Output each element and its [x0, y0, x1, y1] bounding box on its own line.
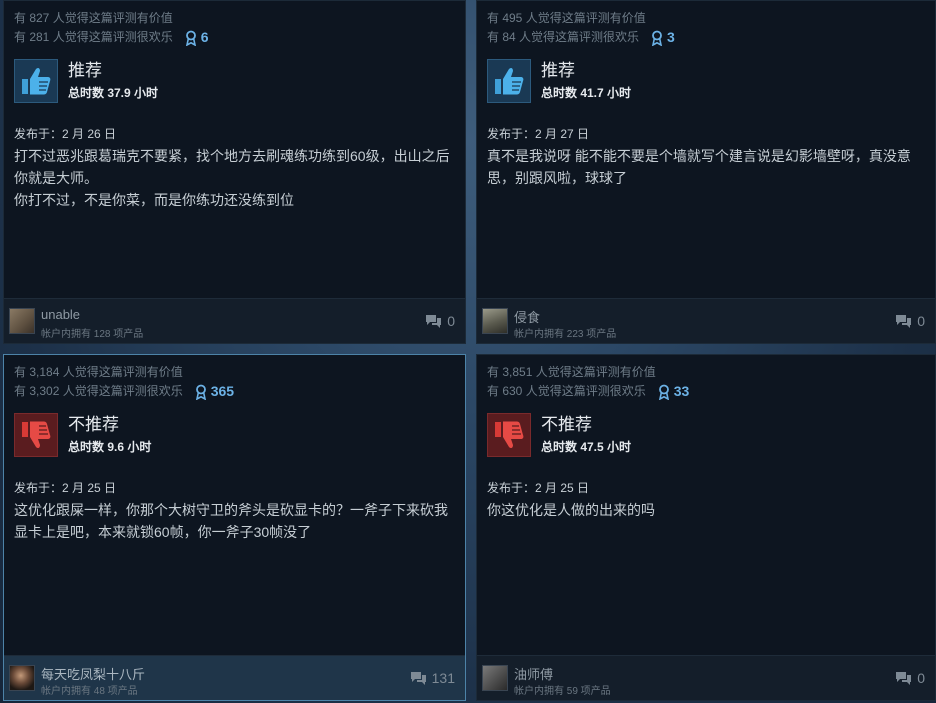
review-paragraph: 你这优化是人做的出来的吗 [487, 502, 655, 518]
review-paragraph: 打不过恶兆跟葛瑞克不要紧，找个地方去刷魂练功练到60级，出山之后你就是大师。 [14, 148, 450, 186]
username[interactable]: 油师傅 [514, 664, 553, 683]
username[interactable]: 每天吃凤梨十八斤 [41, 664, 145, 683]
review-card[interactable]: 有 3,184 人觉得这篇评测有价值 有 3,302 人觉得这篇评测很欢乐 36… [3, 354, 466, 701]
products-owned: 帐户内拥有 128 项产品 [41, 329, 144, 340]
comment-bubble-icon [426, 315, 442, 328]
recommendation: 推荐 总时数 37.9 小时 [14, 59, 158, 103]
products-owned: 帐户内拥有 59 项产品 [514, 686, 611, 697]
recommendation: 推荐 总时数 41.7 小时 [487, 59, 631, 103]
vote-summary: 有 3,851 人觉得这篇评测有价值 有 630 人觉得这篇评测很欢乐 33 [487, 363, 689, 401]
award-ribbon-icon [658, 384, 669, 400]
funny-count: 有 84 人觉得这篇评测很欢乐 [487, 30, 640, 44]
helpful-count: 有 827 人觉得这篇评测有价值 [14, 11, 173, 25]
award-badge[interactable]: 33 [658, 382, 690, 401]
recommendation-label: 推荐 [68, 61, 102, 80]
comment-count[interactable]: 0 [895, 313, 925, 329]
username[interactable]: unable [41, 307, 80, 322]
award-badge[interactable]: 3 [651, 28, 675, 47]
helpful-count: 有 3,184 人觉得这篇评测有价值 [14, 365, 183, 379]
award-ribbon-icon [652, 30, 663, 46]
funny-count: 有 3,302 人觉得这篇评测很欢乐 [14, 384, 183, 398]
recommendation-label: 推荐 [541, 61, 575, 80]
review-text: 真不是我说呀 能不能不要是个墙就写个建言说是幻影墙壁呀，真没意思，别跟风啦，球球… [487, 145, 927, 189]
award-badge[interactable]: 365 [195, 382, 234, 401]
comment-bubble-icon [410, 672, 426, 685]
thumbs-down-icon [487, 413, 531, 457]
review-card[interactable]: 有 3,851 人觉得这篇评测有价值 有 630 人觉得这篇评测很欢乐 33 不… [476, 354, 936, 701]
review-card[interactable]: 有 827 人觉得这篇评测有价值 有 281 人觉得这篇评测很欢乐 6 推荐 总… [3, 0, 466, 344]
recommendation: 不推荐 总时数 47.5 小时 [487, 413, 631, 457]
helpful-count: 有 495 人觉得这篇评测有价值 [487, 11, 646, 25]
posted-date: 发布于：2 月 25 日 [487, 481, 590, 495]
hours-played: 总时数 41.7 小时 [541, 86, 632, 100]
products-owned: 帐户内拥有 48 项产品 [41, 686, 138, 697]
review-author[interactable]: 侵食 帐户内拥有 223 项产品 0 [477, 298, 935, 343]
review-author[interactable]: 每天吃凤梨十八斤 帐户内拥有 48 项产品 131 [4, 655, 465, 700]
vote-summary: 有 827 人觉得这篇评测有价值 有 281 人觉得这篇评测很欢乐 6 [14, 9, 209, 47]
vote-summary: 有 3,184 人觉得这篇评测有价值 有 3,302 人觉得这篇评测很欢乐 36… [14, 363, 234, 401]
hours-played: 总时数 47.5 小时 [541, 440, 632, 454]
helpful-count: 有 3,851 人觉得这篇评测有价值 [487, 365, 656, 379]
review-paragraph: 你打不过，不是你菜，而是你练功还没练到位 [14, 192, 294, 208]
avatar[interactable] [9, 665, 35, 691]
review-author[interactable]: unable 帐户内拥有 128 项产品 0 [4, 298, 465, 343]
funny-count: 有 281 人觉得这篇评测很欢乐 [14, 30, 173, 44]
recommendation-label: 不推荐 [68, 415, 119, 434]
award-count: 365 [210, 383, 235, 399]
products-owned: 帐户内拥有 223 项产品 [514, 329, 617, 340]
funny-count: 有 630 人觉得这篇评测很欢乐 [487, 384, 646, 398]
vote-summary: 有 495 人觉得这篇评测有价值 有 84 人觉得这篇评测很欢乐 3 [487, 9, 675, 47]
avatar[interactable] [482, 308, 508, 334]
review-paragraph: 真不是我说呀 能不能不要是个墙就写个建言说是幻影墙壁呀，真没意思，别跟风啦，球球… [487, 148, 911, 186]
hours-played: 总时数 37.9 小时 [68, 86, 159, 100]
comment-count[interactable]: 0 [895, 670, 925, 686]
comment-count[interactable]: 0 [425, 313, 455, 329]
thumbs-up-icon [14, 59, 58, 103]
hours-played: 总时数 9.6 小时 [68, 440, 152, 454]
avatar[interactable] [482, 665, 508, 691]
review-text: 打不过恶兆跟葛瑞克不要紧，找个地方去刷魂练功练到60级，出山之后你就是大师。 你… [14, 145, 457, 211]
review-paragraph: 这优化跟屎一样，你那个大树守卫的斧头是砍显卡的？一斧子下来砍我显卡上是吧，本来就… [14, 502, 448, 540]
posted-date: 发布于：2 月 26 日 [14, 127, 117, 141]
username[interactable]: 侵食 [514, 307, 540, 326]
award-count: 6 [200, 29, 209, 45]
posted-date: 发布于：2 月 27 日 [487, 127, 590, 141]
comment-count[interactable]: 131 [410, 670, 455, 686]
award-badge[interactable]: 6 [185, 28, 209, 47]
award-ribbon-icon [195, 384, 206, 400]
award-count: 3 [667, 29, 675, 45]
comment-bubble-icon [896, 672, 912, 685]
thumbs-up-icon [487, 59, 531, 103]
review-text: 你这优化是人做的出来的吗 [487, 499, 927, 521]
award-ribbon-icon [185, 30, 196, 46]
award-count: 33 [673, 383, 690, 399]
avatar[interactable] [9, 308, 35, 334]
review-card[interactable]: 有 495 人觉得这篇评测有价值 有 84 人觉得这篇评测很欢乐 3 推荐 总时… [476, 0, 936, 344]
recommendation-label: 不推荐 [541, 415, 592, 434]
review-text: 这优化跟屎一样，你那个大树守卫的斧头是砍显卡的？一斧子下来砍我显卡上是吧，本来就… [14, 499, 457, 543]
recommendation: 不推荐 总时数 9.6 小时 [14, 413, 151, 457]
review-author[interactable]: 油师傅 帐户内拥有 59 项产品 0 [477, 655, 935, 700]
posted-date: 发布于：2 月 25 日 [14, 481, 117, 495]
thumbs-down-icon [14, 413, 58, 457]
comment-bubble-icon [896, 315, 912, 328]
